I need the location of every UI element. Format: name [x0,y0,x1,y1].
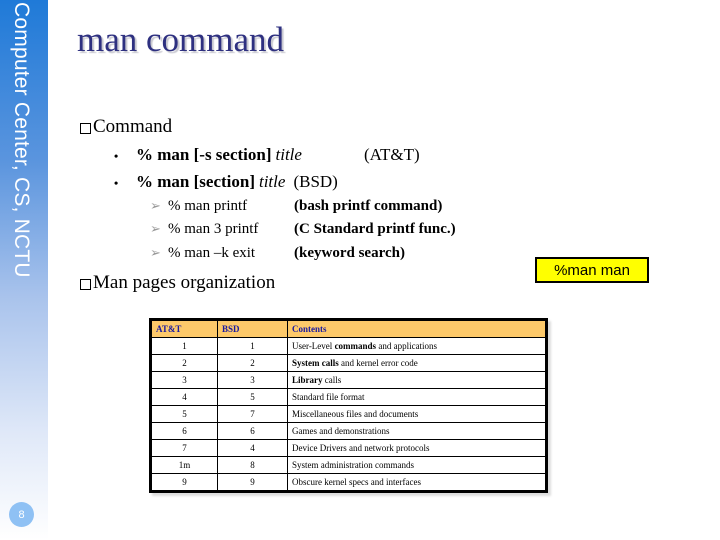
heading-text: Man pages organization [93,272,276,293]
cell-contents: Obscure kernel specs and interfaces [287,473,547,492]
cell-contents: Games and demonstrations [287,422,547,440]
bullet-italic: title [258,172,286,191]
table-row: 4 5 Standard file format [150,388,547,406]
table-row: 1m 8 System administration commands [150,456,547,474]
contents-pre: Obscure kernel specs and interfaces [292,477,421,487]
contents-bold: Library [292,375,323,385]
cell-bsd: 1 [217,337,288,355]
table-row: 3 3 Library calls [150,371,547,389]
cell-att: 4 [150,388,218,406]
example-command: % man –k exit [168,245,256,261]
example-command: % man 3 printf [168,221,259,237]
example-note: (keyword search) [294,245,405,261]
bullet-item: • % man [-s section] title (AT&T) [114,145,420,165]
cell-contents: Standard file format [287,388,547,406]
contents-post: and applications [376,341,438,351]
cell-bsd: 5 [217,388,288,406]
bullet-prefix: % man [section] [136,172,255,191]
sidebar: Computer Center, CS, NCTU 8 [0,0,48,540]
cell-contents: Library calls [287,371,547,389]
man-sections-table: AT&T BSD Contents 1 1 User-Level commands … [149,318,548,493]
example-item: ➢ % man –k exit (keyword search) [150,245,405,262]
contents-bold: commands [334,341,377,351]
heading-text: Command [93,116,173,137]
contents-post: and kernel error code [338,358,418,368]
cell-att: 6 [150,422,218,440]
contents-pre: Games and demonstrations [292,426,390,436]
example-item: ➢ % man printf (bash printf command) [150,198,442,215]
contents-pre: User-Level [292,341,335,351]
arrow-bullet-icon: ➢ [150,221,161,236]
example-item: ➢ % man 3 printf (C Standard printf func… [150,221,456,238]
checkbox-bullet-icon [80,278,91,290]
bullet-dot-icon: • [114,176,119,190]
contents-pre: Device Drivers and network protocols [292,443,430,453]
cell-att: 3 [150,371,218,389]
cell-att: 5 [150,405,218,423]
header-att: AT&T [150,319,218,338]
arrow-bullet-icon: ➢ [150,198,161,213]
section-command-heading: Command [80,116,172,138]
table-row: 9 9 Obscure kernel specs and interfaces [150,473,547,492]
cell-bsd: 4 [217,439,288,457]
cell-contents: System administration commands [287,456,547,474]
cell-contents: Miscellaneous files and documents [287,405,547,423]
arrow-bullet-icon: ➢ [150,245,161,260]
bullet-note: (BSD) [293,172,338,191]
cell-contents: System calls and kernel error code [287,354,547,372]
example-note: (C Standard printf func.) [294,221,456,237]
table-header-row: AT&T BSD Contents [150,319,547,338]
page-number-badge: 8 [9,502,34,527]
example-command: % man printf [168,198,248,214]
cell-att: 2 [150,354,218,372]
cell-contents: Device Drivers and network protocols [287,439,547,457]
header-contents: Contents [287,319,547,338]
cell-bsd: 7 [217,405,288,423]
sidebar-title: Computer Center, CS, NCTU [10,2,33,278]
cell-bsd: 3 [217,371,288,389]
cell-att: 7 [150,439,218,457]
cell-contents: User-Level commands and applications [287,337,547,355]
bullet-note: (AT&T) [363,145,420,164]
cell-att: 9 [150,473,218,492]
contents-pre: System administration commands [292,460,414,470]
table-row: 5 7 Miscellaneous files and documents [150,405,547,423]
header-bsd: BSD [217,319,288,338]
bullet-italic: title [275,145,302,164]
cell-bsd: 2 [217,354,288,372]
example-note: (bash printf command) [294,198,443,214]
slide-title: man command [77,20,285,59]
section-organization-heading: Man pages organization [80,272,275,294]
cell-att: 1 [150,337,218,355]
contents-post: calls [322,375,342,385]
table-row: 7 4 Device Drivers and network protocols [150,439,547,457]
bullet-dot-icon: • [114,149,119,163]
contents-pre: Miscellaneous files and documents [292,409,419,419]
contents-bold: System calls [292,358,339,368]
checkbox-bullet-icon [80,122,91,134]
cell-bsd: 6 [217,422,288,440]
bullet-prefix: % man [-s section] [136,145,272,164]
callout-box: %man man [535,257,649,283]
table-row: 6 6 Games and demonstrations [150,422,547,440]
table-row: 2 2 System calls and kernel error code [150,354,547,372]
table-row: 1 1 User-Level commands and applications [150,337,547,355]
cell-att: 1m [150,456,218,474]
cell-bsd: 8 [217,456,288,474]
contents-pre: Standard file format [292,392,365,402]
bullet-item: • % man [section] title (BSD) [114,172,338,192]
cell-bsd: 9 [217,473,288,492]
